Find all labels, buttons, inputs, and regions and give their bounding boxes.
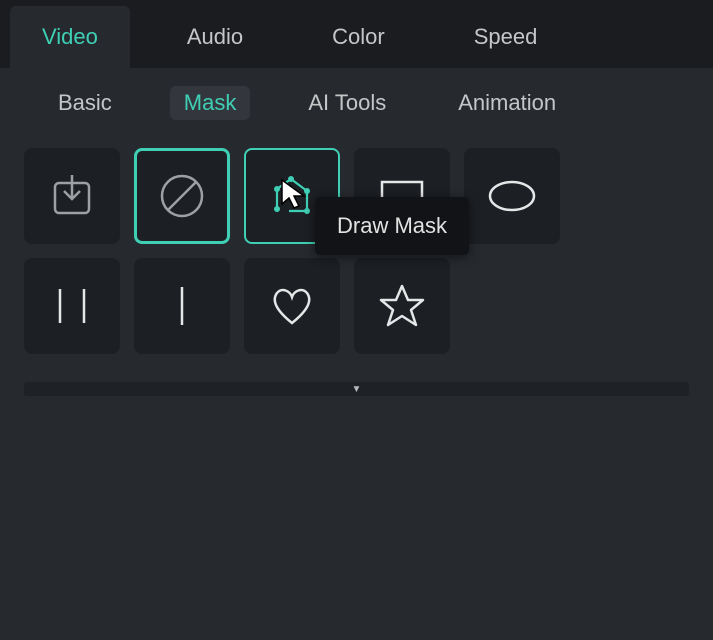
import-icon <box>47 171 97 221</box>
single-bar-icon <box>162 281 202 331</box>
tooltip-draw-mask: Draw Mask <box>315 197 469 255</box>
chevron-down-icon: ▼ <box>352 384 362 395</box>
subtab-animation[interactable]: Animation <box>444 86 570 120</box>
mask-tile-ellipse[interactable] <box>464 148 560 244</box>
dual-bar-icon <box>42 281 102 331</box>
mask-tile-star[interactable] <box>354 258 450 354</box>
secondary-tabs: Basic Mask AI Tools Animation <box>0 68 713 138</box>
mask-tile-import[interactable] <box>24 148 120 244</box>
subtab-mask[interactable]: Mask <box>170 86 251 120</box>
none-icon <box>156 170 208 222</box>
tab-speed[interactable]: Speed <box>442 6 570 68</box>
mask-tile-heart[interactable] <box>244 258 340 354</box>
heart-icon <box>267 283 317 329</box>
mask-tile-single-line[interactable] <box>134 258 230 354</box>
draw-mask-icon <box>267 171 317 221</box>
mask-tile-none[interactable] <box>134 148 230 244</box>
primary-tabs: Video Audio Color Speed <box>0 0 713 68</box>
tab-color[interactable]: Color <box>300 6 417 68</box>
tab-video[interactable]: Video <box>10 6 130 68</box>
tab-audio[interactable]: Audio <box>155 6 275 68</box>
subtab-aitools[interactable]: AI Tools <box>294 86 400 120</box>
ellipse-icon <box>484 176 540 216</box>
star-icon <box>377 281 427 331</box>
section-collapse-bar[interactable]: ▼ <box>24 382 689 396</box>
subtab-basic[interactable]: Basic <box>44 86 126 120</box>
mask-tile-dual-line[interactable] <box>24 258 120 354</box>
